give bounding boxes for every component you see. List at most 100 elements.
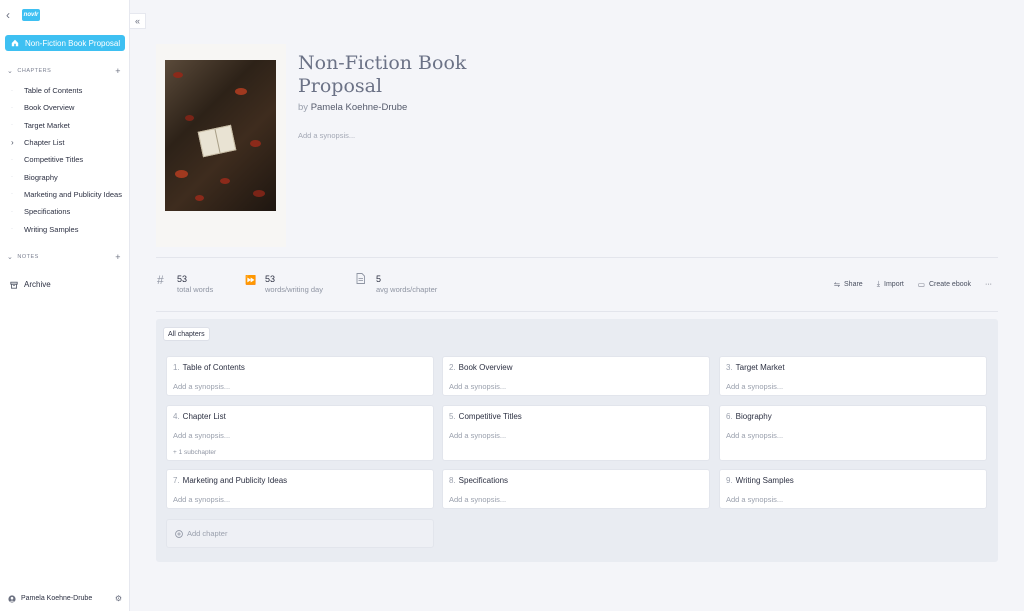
leaf-shape [185,115,194,121]
chapter-synopsis[interactable]: Add a synopsis... [449,431,506,440]
add-chapter-label: Add chapter [187,529,228,538]
chevron-right-icon[interactable]: › [11,138,24,147]
book-actions: ⇋ Share ⤓ Import ▭ Create ebook ··· [834,279,992,289]
chapter-card[interactable]: 8. Specifications Add a synopsis... [442,469,710,509]
stat-words-per-day: ⏩ 53 words/writing day [245,273,323,295]
chevron-down-icon[interactable]: ⌄ [7,67,13,75]
sidebar-item-label: Chapter List [24,138,65,148]
open-book-picture [197,124,237,158]
add-chapter-button[interactable]: Add chapter [166,519,434,548]
chapter-card[interactable]: 6. Biography Add a synopsis... [719,405,987,461]
sidebar-item-label: Table of Contents [24,86,83,96]
chapters-section-header[interactable]: ⌄ CHAPTERS + [7,66,121,76]
sidebar-item-chapter[interactable]: · Target Market [0,117,130,134]
add-note-plus-icon[interactable]: + [115,252,121,262]
more-icon: ··· [985,280,992,288]
import-button[interactable]: ⤓ Import [877,279,904,289]
home-icon [11,39,19,47]
stat-label: words/writing day [265,285,323,294]
notes-section-header[interactable]: ⌄ NOTES + [7,252,121,262]
by-prefix: by [298,102,309,113]
user-avatar-icon [8,594,16,603]
bullet-icon: · [11,87,13,94]
sidebar-item-chapter[interactable]: · Marketing and Publicity Ideas [0,186,130,203]
sidebar-item-chapter[interactable]: · Biography [0,168,130,185]
chevron-down-icon[interactable]: ⌄ [7,253,13,261]
leaf-shape [195,195,204,201]
import-icon: ⤓ [876,279,881,288]
chapter-card[interactable]: 2. Book Overview Add a synopsis... [442,356,710,396]
bullet-icon: · [11,174,13,181]
leaf-shape [235,88,247,95]
stat-label: avg words/chapter [376,285,438,294]
chapter-card[interactable]: 7. Marketing and Publicity Ideas Add a sy… [166,469,434,509]
sidebar-item-archive[interactable]: Archive [10,280,51,289]
chapter-card[interactable]: 3. Target Market Add a synopsis... [719,356,987,396]
leaf-shape [175,170,188,178]
book-title[interactable]: Non-Fiction Book Proposal [298,52,518,98]
stat-label: total words [177,285,214,294]
collapse-sidebar-button[interactable]: « [130,13,146,29]
chapter-synopsis[interactable]: Add a synopsis... [449,382,506,391]
sidebar-item-label: Specifications [24,207,71,217]
chapter-number: 2. [449,363,456,372]
chapter-card[interactable]: 1. Table of Contents Add a synopsis... [166,356,434,396]
add-chapter-plus-icon[interactable]: + [115,66,121,76]
bullet-icon: · [11,191,13,198]
chapter-synopsis[interactable]: Add a synopsis... [726,382,783,391]
sidebar-item-label: Target Market [24,120,70,130]
stat-avg-words: 5 avg words/chapter [356,273,437,295]
chapter-title: Biography [735,412,772,421]
subchapter-count[interactable]: + 1 subchapter [173,449,216,456]
back-chevron-icon[interactable]: ‹ [6,8,16,22]
active-book-button[interactable]: Non-Fiction Book Proposal [5,35,125,51]
chapter-title: Target Market [735,363,785,372]
share-button[interactable]: ⇋ Share [834,280,863,289]
book-cover[interactable] [156,44,286,247]
sidebar-item-label: Competitive Titles [24,155,84,165]
chapter-title: Book Overview [458,363,513,372]
more-options-button[interactable]: ··· [985,281,992,288]
sidebar-item-chapter[interactable]: · Table of Contents [0,82,130,99]
book-author: by Pamela Koehne-Drube [298,102,407,113]
author-name: Pamela Koehne-Drube [310,102,408,113]
chapter-card[interactable]: 4. Chapter List Add a synopsis... + 1 sub… [166,405,434,461]
sidebar-item-chapter[interactable]: · Writing Samples [0,220,130,237]
chapter-synopsis[interactable]: Add a synopsis... [173,495,230,504]
document-icon [356,273,368,295]
chapter-synopsis[interactable]: Add a synopsis... [726,431,783,440]
active-book-label: Non-Fiction Book Proposal [25,38,121,48]
app-logo[interactable]: novlr [22,9,40,21]
chapter-card[interactable]: 5. Competitive Titles Add a synopsis... [442,405,710,461]
sidebar-item-chapter[interactable]: · Specifications [0,203,130,220]
create-ebook-label: Create ebook [928,280,971,288]
chapter-synopsis[interactable]: Add a synopsis... [449,495,506,504]
divider [156,311,998,312]
stat-total-words: # 53 total words [157,273,213,295]
sidebar-item-chapter[interactable]: · Competitive Titles [0,151,130,168]
book-synopsis-field[interactable]: Add a synopsis... [298,131,355,140]
chapter-title: Table of Contents [182,363,245,372]
leaf-shape [220,178,230,184]
sidebar: ‹ novlr Non-Fiction Book Proposal ⌄ CHAP… [0,0,130,611]
chapter-card[interactable]: 9. Writing Samples Add a synopsis... [719,469,987,509]
leaf-shape [173,72,183,78]
bullet-icon: · [11,156,13,163]
sidebar-item-label: Book Overview [24,103,75,113]
create-ebook-button[interactable]: ▭ Create ebook [918,280,971,289]
gear-icon[interactable]: ⚙ [115,594,122,603]
notes-heading: NOTES [17,254,39,260]
all-chapters-filter[interactable]: All chapters [163,327,210,341]
sidebar-item-chapter[interactable]: · Book Overview [0,99,130,116]
chapter-title: Marketing and Publicity Ideas [182,476,288,485]
chapter-title: Competitive Titles [458,412,522,421]
cover-image [165,60,276,211]
user-profile[interactable]: Pamela Koehne-Drube ⚙ [8,594,122,603]
chapter-number: 5. [449,412,456,421]
sidebar-item-label: Writing Samples [24,224,79,234]
chapter-number: 9. [726,476,733,485]
chapter-synopsis[interactable]: Add a synopsis... [173,382,230,391]
chapter-synopsis[interactable]: Add a synopsis... [173,431,230,440]
chapter-synopsis[interactable]: Add a synopsis... [726,495,783,504]
sidebar-item-chapter[interactable]: › Chapter List [0,134,130,151]
